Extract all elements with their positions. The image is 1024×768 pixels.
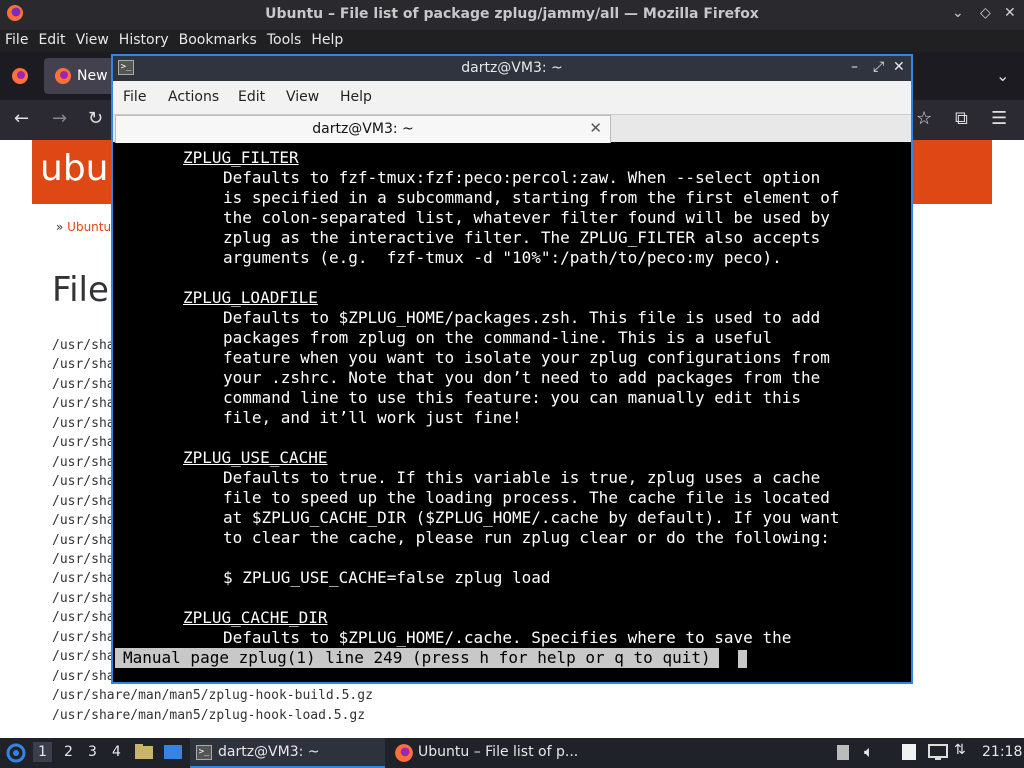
restore-icon[interactable]: ◇ — [980, 5, 991, 21]
minimize-icon[interactable]: ⌄ — [952, 5, 964, 21]
man-section-name: ZPLUG_USE_CACHE — [183, 448, 328, 467]
terminal-menu-actions[interactable]: Actions — [168, 89, 219, 105]
network-icon[interactable]: ⇅ — [954, 742, 966, 758]
terminal-tabbar: dartz@VM3: ~ ✕ — [113, 114, 911, 143]
tab-favicon-icon — [54, 67, 72, 89]
man-line: file to speed up the loading process. Th… — [223, 488, 830, 507]
man-line: zplug as the interactive filter. The ZPL… — [223, 228, 821, 247]
man-section-name: ZPLUG_LOADFILE — [183, 288, 318, 307]
firefox-view-icon[interactable] — [11, 67, 29, 89]
man-line: $ ZPLUG_USE_CACHE=false zplug load — [223, 568, 551, 587]
man-line: file, and it’ll work just fine! — [223, 408, 522, 427]
man-section-name: ZPLUG_FILTER — [183, 148, 299, 167]
menu-edit[interactable]: Edit — [33, 30, 70, 48]
terminal-menu-edit[interactable]: Edit — [238, 89, 265, 105]
task-terminal[interactable]: >_ dartz@VM3: ~ — [190, 738, 385, 768]
man-section-body: Defaults to $ZPLUG_HOME/packages.zsh. Th… — [223, 308, 830, 428]
display-icon[interactable] — [928, 743, 948, 765]
taskbar: 1 2 3 4 >_ dartz@VM3: ~ Ubuntu – File li… — [0, 738, 1024, 768]
maximize-icon[interactable]: ⤢ — [873, 59, 884, 75]
breadcrumb: » Ubuntu — [56, 220, 111, 234]
man-line: at $ZPLUG_CACHE_DIR ($ZPLUG_HOME/.cache … — [223, 508, 840, 527]
terminal-titlebar[interactable]: >_ dartz@VM3: ~ – ⤢ ✕ — [113, 56, 911, 81]
menu-help[interactable]: Help — [306, 30, 348, 48]
file-manager-icon[interactable] — [134, 743, 154, 765]
workspace-3[interactable]: 3 — [88, 744, 97, 760]
list-all-tabs-icon[interactable]: ⌄ — [996, 66, 1009, 85]
minimize-icon[interactable]: – — [851, 59, 858, 75]
start-menu-icon[interactable] — [6, 743, 26, 767]
clock[interactable]: 21:18 — [982, 744, 1022, 760]
pager-status-line: Manual page zplug(1) line 249 (press h f… — [115, 648, 719, 668]
man-line: packages from zplug on the command-line.… — [223, 328, 773, 347]
menu-view[interactable]: View — [71, 30, 114, 48]
extensions-icon[interactable]: ⧉ — [955, 108, 968, 129]
browser-menubar: File Edit View History Bookmarks Tools Help — [0, 30, 1024, 52]
menu-bookmarks[interactable]: Bookmarks — [174, 30, 262, 48]
task-label: dartz@VM3: ~ — [218, 744, 320, 760]
browser-window-title: Ubuntu – File list of package zplug/jamm… — [265, 6, 759, 22]
workspace-1[interactable]: 1 — [33, 742, 52, 762]
back-icon[interactable]: ← — [14, 108, 29, 129]
file-list-item: /usr/share/man/man5/zplug-hook-load.5.gz — [52, 707, 366, 723]
terminal-menu-help[interactable]: Help — [340, 89, 372, 105]
clipboard-icon[interactable] — [836, 743, 850, 765]
man-line: feature when you want to isolate your zp… — [223, 348, 830, 367]
close-icon[interactable]: ✕ — [893, 59, 905, 75]
man-line — [223, 548, 840, 568]
browser-titlebar: Ubuntu – File list of package zplug/jamm… — [0, 0, 1024, 30]
firefox-icon — [394, 743, 414, 767]
man-line: your .zshrc. Note that you don’t need to… — [223, 368, 821, 387]
man-section-body: Defaults to fzf-tmux:fzf:peco:percol:zaw… — [223, 168, 840, 268]
page-title: File — [52, 270, 109, 310]
reload-icon[interactable]: ↻ — [88, 108, 103, 129]
close-icon[interactable]: ✕ — [1004, 5, 1016, 21]
man-line: command line to use this feature: you ca… — [223, 388, 801, 407]
task-label: Ubuntu – File list of p... — [418, 744, 579, 760]
man-line: Defaults to $ZPLUG_HOME/.cache. Specifie… — [223, 628, 792, 647]
bookmark-star-icon[interactable]: ☆ — [916, 108, 932, 129]
show-desktop-icon[interactable] — [163, 743, 183, 765]
breadcrumb-link-ubuntu[interactable]: Ubuntu — [67, 220, 111, 234]
hamburger-menu-icon[interactable]: ☰ — [991, 108, 1007, 129]
volume-icon[interactable]: 🔈︎ — [864, 742, 874, 762]
man-line: is specified in a subcommand, starting f… — [223, 188, 840, 207]
menu-file[interactable]: File — [0, 30, 33, 48]
close-tab-icon[interactable]: ✕ — [589, 119, 602, 137]
man-line: the colon-separated list, whatever filte… — [223, 208, 830, 227]
terminal-menu-file[interactable]: File — [123, 89, 146, 105]
terminal-cursor — [738, 650, 747, 668]
file-list-item: /usr/share/man/man5/zplug-hook-build.5.g… — [52, 688, 373, 704]
workspace-4[interactable]: 4 — [112, 744, 121, 760]
terminal-menu-view[interactable]: View — [286, 89, 319, 105]
notes-icon[interactable] — [900, 743, 918, 765]
terminal-tab[interactable]: dartz@VM3: ~ ✕ — [115, 115, 611, 143]
terminal-window-title: dartz@VM3: ~ — [461, 60, 563, 76]
man-section-body: Defaults to true. If this variable is tr… — [223, 468, 840, 588]
man-line: Defaults to $ZPLUG_HOME/packages.zsh. Th… — [223, 308, 821, 327]
terminal-tab-label: dartz@VM3: ~ — [312, 121, 414, 137]
forward-icon[interactable]: → — [52, 108, 67, 129]
man-line: Defaults to fzf-tmux:fzf:peco:percol:zaw… — [223, 168, 821, 187]
man-line: Defaults to true. If this variable is tr… — [223, 468, 821, 487]
task-firefox[interactable]: Ubuntu – File list of p... — [390, 738, 590, 768]
terminal-menubar: File Actions Edit View Help — [113, 81, 911, 114]
menu-history[interactable]: History — [114, 30, 174, 48]
menu-tools[interactable]: Tools — [262, 30, 307, 48]
man-section-name: ZPLUG_CACHE_DIR — [183, 608, 328, 627]
man-section-body: Defaults to $ZPLUG_HOME/.cache. Specifie… — [223, 628, 791, 648]
man-line: arguments (e.g. fzf-tmux -d "10%":/path/… — [223, 248, 782, 267]
terminal-app-icon: >_ — [196, 745, 212, 760]
browser-tab[interactable]: New — [44, 58, 114, 94]
terminal-output[interactable]: ZPLUG_FILTER Defaults to fzf-tmux:fzf:pe… — [113, 146, 911, 682]
man-line: to clear the cache, please run zplug cle… — [223, 528, 830, 547]
workspace-2[interactable]: 2 — [64, 744, 73, 760]
terminal-window[interactable]: >_ dartz@VM3: ~ – ⤢ ✕ File Actions Edit … — [111, 54, 913, 684]
tab-label: New — [77, 68, 108, 84]
breadcrumb-separator: » — [56, 220, 64, 234]
